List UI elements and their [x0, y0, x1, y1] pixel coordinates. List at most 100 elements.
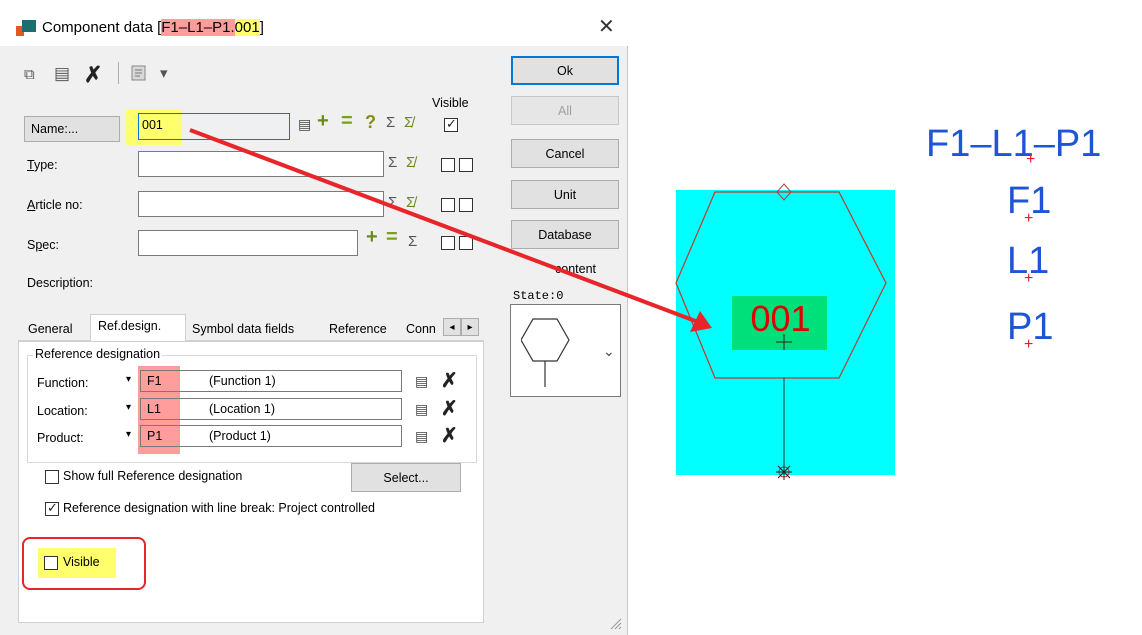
symbol-name-label: 001 — [750, 298, 811, 339]
component-data-dialog: Component data [F1–L1–P1.001] ✕ ⧉ ▤ ✗ ▾ … — [0, 0, 628, 635]
type-visible-checkbox-2[interactable] — [459, 158, 473, 172]
checkbox-box[interactable] — [441, 158, 455, 172]
product-delete-icon[interactable]: ✗ — [441, 423, 458, 448]
ok-button[interactable]: Ok — [511, 56, 619, 85]
type-label: Type: — [27, 158, 58, 172]
checkbox-box[interactable] — [459, 236, 473, 250]
note-icon[interactable]: ▤ — [298, 116, 311, 133]
sigma-check-icon[interactable]: Σ̸ — [404, 114, 413, 131]
hexagon-symbol-preview-icon — [521, 318, 570, 387]
product-dropdown-icon[interactable]: ▾ — [126, 429, 131, 440]
location-dropdown-icon[interactable]: ▾ — [126, 402, 131, 413]
database-button[interactable]: Database — [511, 220, 619, 249]
type-label-accel: T — [27, 158, 34, 172]
location-code: L1 — [147, 402, 161, 416]
type-sigma-icon[interactable]: Σ — [388, 154, 397, 171]
function-input[interactable]: F1 (Function 1) — [140, 370, 402, 392]
name-button[interactable]: Name:... — [24, 116, 120, 142]
article-visible-checkbox[interactable] — [441, 198, 455, 212]
article-input[interactable] — [138, 191, 384, 217]
chevron-down-icon[interactable]: ▾ — [160, 64, 168, 82]
article-visible-checkbox-2[interactable] — [459, 198, 473, 212]
name-visible-checkbox[interactable] — [444, 116, 458, 132]
product-code: P1 — [147, 429, 163, 443]
name-input[interactable]: 001 — [138, 113, 290, 140]
unit-button[interactable]: Unit — [511, 180, 619, 209]
chevron-down-icon[interactable]: ⌄ — [603, 343, 615, 360]
type-visible-checkbox[interactable] — [441, 158, 455, 172]
select-button[interactable]: Select... — [351, 463, 461, 492]
function-delete-icon[interactable]: ✗ — [441, 368, 458, 393]
tab-scroll-right-button[interactable]: ▸ — [461, 318, 479, 336]
location-input[interactable]: L1 (Location 1) — [140, 398, 402, 420]
state-label: State:0 — [513, 289, 564, 303]
spec-sigma-icon[interactable]: Σ — [408, 233, 417, 250]
tab-general[interactable]: General — [28, 322, 72, 336]
function-code: F1 — [147, 374, 162, 388]
function-dropdown-icon[interactable]: ▾ — [126, 374, 131, 385]
visible-column-header: Visible — [432, 96, 469, 110]
tab-ref-design[interactable]: Ref.design. — [98, 319, 161, 333]
close-icon[interactable]: ✕ — [598, 14, 615, 39]
add-icon[interactable]: + — [317, 110, 329, 133]
product-desc: (Product 1) — [209, 429, 271, 443]
symbol-preview-box[interactable]: ⌄ — [510, 304, 621, 397]
cancel-button[interactable]: Cancel — [511, 139, 619, 168]
checkbox-box[interactable] — [45, 470, 59, 484]
line-break-checkbox[interactable] — [45, 500, 59, 516]
window-title: Component data [F1–L1–P1.001] — [42, 19, 264, 36]
type-label-rest: ype: — [33, 158, 58, 172]
location-note-icon[interactable]: ▤ — [415, 401, 428, 418]
function-label: Function: — [37, 376, 89, 390]
function-desc: (Function 1) — [209, 374, 276, 388]
type-sigma-check-icon[interactable]: Σ̸ — [406, 154, 415, 171]
spec-visible-checkbox-2[interactable] — [459, 236, 473, 250]
spec-visible-checkbox[interactable] — [441, 236, 455, 250]
article-sigma-check-icon[interactable]: Σ̸ — [406, 194, 415, 211]
type-input[interactable] — [138, 151, 384, 177]
checkbox-box[interactable] — [441, 236, 455, 250]
description-label: Description: — [27, 276, 93, 290]
symbol-tool-icon[interactable] — [130, 64, 148, 82]
tab-symbol-data-fields[interactable]: Symbol data fields — [192, 322, 294, 336]
tab-scroll-left-button[interactable]: ◂ — [443, 318, 461, 336]
ref-p-origin-icon: + — [1024, 336, 1034, 353]
all-button[interactable]: All — [511, 96, 619, 125]
refdes-visible-checkbox[interactable] — [44, 556, 58, 570]
ref-full-origin-icon: + — [1026, 151, 1036, 168]
delete-icon[interactable]: ✗ — [84, 62, 102, 88]
help-icon[interactable]: ? — [365, 112, 376, 133]
checkbox-box[interactable] — [441, 198, 455, 212]
content-label: content — [555, 262, 597, 276]
remove-icon[interactable]: = — [341, 110, 353, 133]
sigma-icon[interactable]: Σ — [386, 114, 395, 131]
title-ref: F1–L1–P1 — [161, 19, 231, 36]
copy-icon[interactable]: ⧉ — [24, 66, 35, 83]
show-full-checkbox[interactable] — [45, 470, 59, 484]
location-desc: (Location 1) — [209, 402, 276, 416]
product-input[interactable]: P1 (Product 1) — [140, 425, 402, 447]
resize-grip-icon[interactable] — [608, 616, 622, 630]
spec-label: Spec: — [27, 238, 59, 252]
checkbox-box[interactable] — [45, 500, 59, 516]
checkbox-box[interactable] — [459, 198, 473, 212]
function-note-icon[interactable]: ▤ — [415, 373, 428, 390]
location-delete-icon[interactable]: ✗ — [441, 396, 458, 421]
spec-remove-icon[interactable]: = — [386, 226, 398, 249]
article-label-rest: rticle no: — [35, 198, 83, 212]
ref-l-origin-icon: + — [1024, 270, 1034, 287]
tab-reference[interactable]: Reference — [329, 322, 387, 336]
toolbar-separator — [118, 62, 119, 84]
checkbox-box[interactable] — [459, 158, 473, 172]
product-note-icon[interactable]: ▤ — [415, 428, 428, 445]
spec-input[interactable] — [138, 230, 358, 256]
tab-connection[interactable]: Conn — [406, 322, 442, 336]
refdes-visible-label: Visible — [63, 555, 100, 569]
show-full-label: Show full Reference designation — [63, 469, 243, 483]
checkbox-box[interactable] — [44, 556, 58, 570]
paste-icon[interactable]: ▤ — [54, 64, 70, 84]
ref-full-text: F1–L1–P1 — [926, 123, 1102, 165]
article-sigma-icon[interactable]: Σ — [388, 194, 397, 211]
checkbox-box[interactable] — [444, 116, 458, 132]
spec-add-icon[interactable]: + — [366, 226, 378, 249]
